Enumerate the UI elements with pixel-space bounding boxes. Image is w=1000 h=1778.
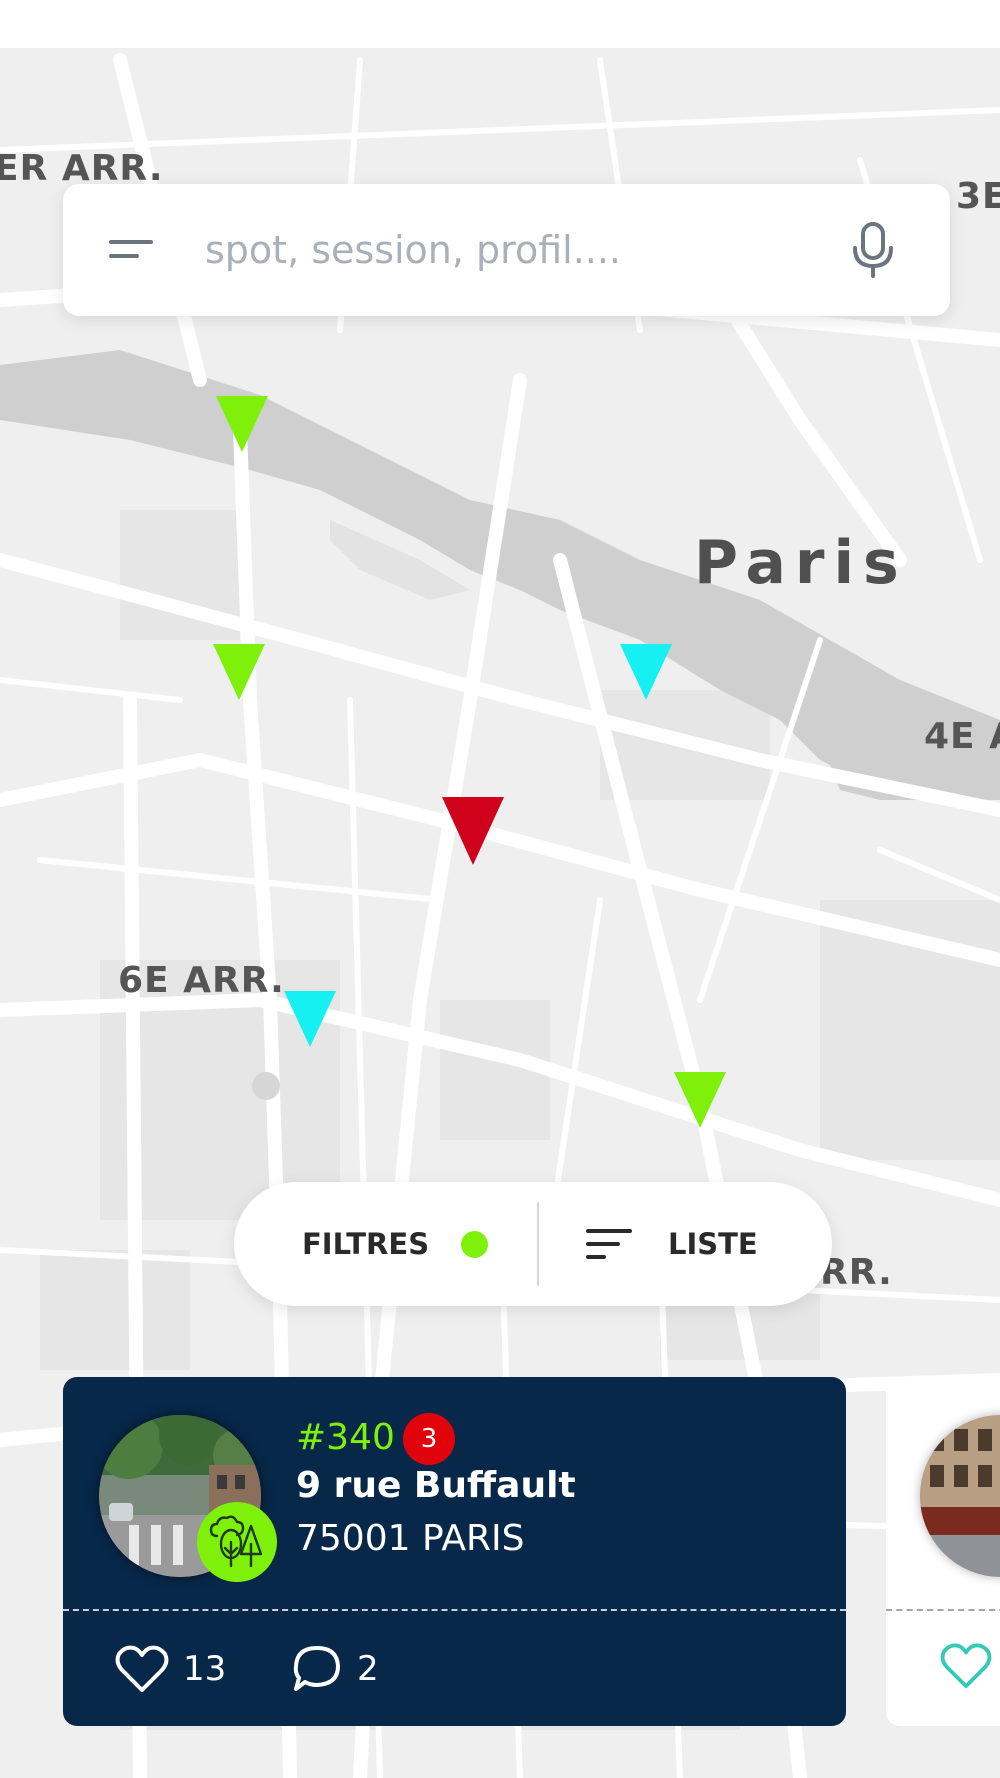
map-label-arrondissement: 6E ARR. (118, 960, 285, 1001)
search-bar (63, 184, 950, 316)
map-label-arrondissement: ER ARR. (0, 148, 164, 189)
map-marker-green[interactable] (672, 1072, 728, 1128)
map-label-arrondissement: 3E (956, 176, 1000, 217)
search-input[interactable] (205, 214, 845, 286)
comments-count: 2 (357, 1649, 379, 1689)
active-filter-indicator (461, 1230, 489, 1258)
divider (537, 1202, 539, 1286)
map-label-arrondissement: 4E A (924, 716, 1000, 757)
microphone-icon[interactable] (843, 220, 903, 280)
status-bar (0, 0, 1000, 48)
like-button[interactable]: 13 (115, 1639, 226, 1699)
spot-number: #340 (296, 1417, 395, 1458)
menu-icon[interactable] (107, 228, 155, 272)
heart-icon (940, 1643, 992, 1689)
park-type-icon (197, 1502, 277, 1582)
filters-label: FILTRES (302, 1227, 430, 1261)
spot-street: 9 rue Buffault (296, 1465, 576, 1506)
card-divider (886, 1609, 1000, 1611)
map-marker-green[interactable] (211, 644, 267, 700)
likes-count: 13 (183, 1649, 227, 1689)
next-like-button[interactable] (940, 1642, 992, 1695)
list-button[interactable]: LISTE (586, 1182, 758, 1306)
map-marker-cyan[interactable] (618, 644, 674, 700)
map-label-arrondissement: RR. (820, 1252, 893, 1293)
comment-icon (293, 1646, 340, 1691)
sort-list-icon (586, 1227, 634, 1261)
map-marker-cyan[interactable] (282, 991, 338, 1047)
comment-button[interactable]: 2 (291, 1639, 379, 1699)
notification-badge: 3 (403, 1413, 455, 1465)
list-label: LISTE (668, 1227, 758, 1261)
map-label-city: Paris (694, 528, 908, 598)
card-divider (63, 1609, 846, 1611)
filters-button[interactable]: FILTRES (302, 1182, 489, 1306)
spot-card[interactable]: #340 3 9 rue Buffault 75001 PARIS 13 2 (63, 1377, 846, 1726)
next-spot-card[interactable] (886, 1377, 1000, 1726)
filters-list-toggle: FILTRES LISTE (234, 1182, 832, 1306)
heart-icon (115, 1645, 169, 1692)
spot-city: 75001 PARIS (296, 1518, 525, 1559)
map-marker-selected-red[interactable] (440, 797, 506, 865)
next-spot-photo (920, 1415, 1000, 1577)
map-marker-green[interactable] (214, 396, 270, 452)
